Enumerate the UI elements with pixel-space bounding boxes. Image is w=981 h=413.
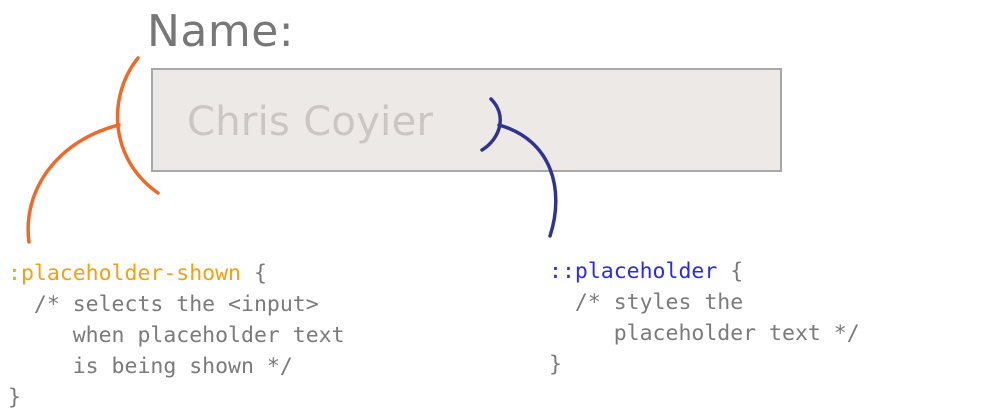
placeholder-shown-selector: :placeholder-shown	[8, 261, 241, 286]
right-comment-line-1: /* styles the	[549, 290, 744, 315]
placeholder-selector: ::placeholder	[549, 259, 718, 284]
left-open-brace: {	[241, 261, 267, 286]
placeholder-snippet: ::placeholder { /* styles the placeholde…	[549, 256, 860, 380]
input-connector-orange	[26, 123, 121, 244]
input-bracket-orange	[115, 56, 160, 195]
right-comment-line-2: placeholder text */	[549, 321, 860, 346]
placeholder-connector-blue	[497, 123, 558, 238]
left-comment-line-2: when placeholder text	[8, 323, 345, 348]
left-comment-line-1: /* selects the <input>	[8, 292, 319, 317]
right-open-brace: {	[717, 259, 744, 284]
left-comment-line-3: is being shown */	[8, 354, 293, 379]
placeholder-shown-snippet: :placeholder-shown { /* selects the <inp…	[8, 258, 345, 413]
left-close-brace: }	[8, 385, 21, 410]
right-close-brace: }	[549, 352, 562, 377]
